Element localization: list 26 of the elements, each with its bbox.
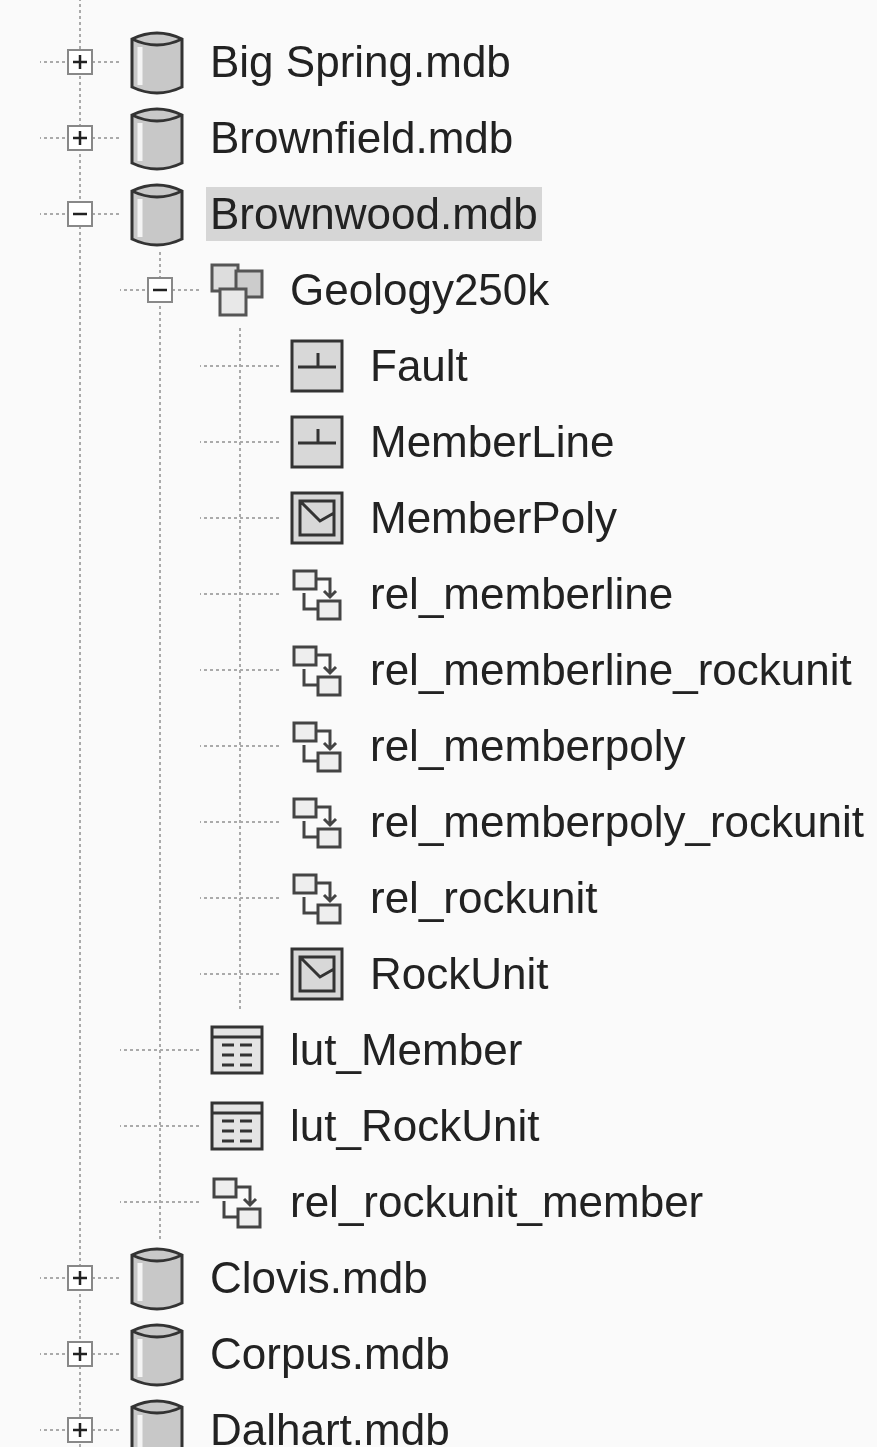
tree-item[interactable]: Geology250k bbox=[286, 263, 554, 317]
tree-item[interactable]: rel_rockunit bbox=[366, 871, 602, 925]
tree-item[interactable]: rel_memberpoly_rockunit bbox=[366, 795, 868, 849]
tree-item[interactable]: Dalhart.mdb bbox=[206, 1403, 454, 1447]
expand-icon[interactable] bbox=[67, 125, 93, 151]
expand-icon[interactable] bbox=[67, 49, 93, 75]
tree-item[interactable]: rel_rockunit_member bbox=[286, 1175, 708, 1229]
tree-item[interactable]: RockUnit bbox=[366, 947, 553, 1001]
tree-item[interactable]: MemberPoly bbox=[366, 491, 621, 545]
collapse-icon[interactable] bbox=[147, 277, 173, 303]
tree-item[interactable]: Fault bbox=[366, 339, 472, 393]
tree-item[interactable]: lut_Member bbox=[286, 1023, 527, 1077]
expand-icon[interactable] bbox=[67, 1417, 93, 1443]
tree-item[interactable]: rel_memberline bbox=[366, 567, 678, 621]
tree-item[interactable]: rel_memberline_rockunit bbox=[366, 643, 856, 697]
tree-item[interactable]: lut_RockUnit bbox=[286, 1099, 544, 1153]
tree-item[interactable]: rel_memberpoly bbox=[366, 719, 690, 773]
tree-item[interactable]: Brownwood.mdb bbox=[206, 187, 542, 241]
tree-item[interactable]: Clovis.mdb bbox=[206, 1251, 432, 1305]
expand-icon[interactable] bbox=[67, 1341, 93, 1367]
tree-item[interactable]: Brownfield.mdb bbox=[206, 111, 518, 165]
tree-item[interactable]: MemberLine bbox=[366, 415, 619, 469]
expand-icon[interactable] bbox=[67, 1265, 93, 1291]
tree-item[interactable]: Big Spring.mdb bbox=[206, 35, 515, 89]
tree-item[interactable]: Corpus.mdb bbox=[206, 1327, 454, 1381]
collapse-icon[interactable] bbox=[67, 201, 93, 227]
